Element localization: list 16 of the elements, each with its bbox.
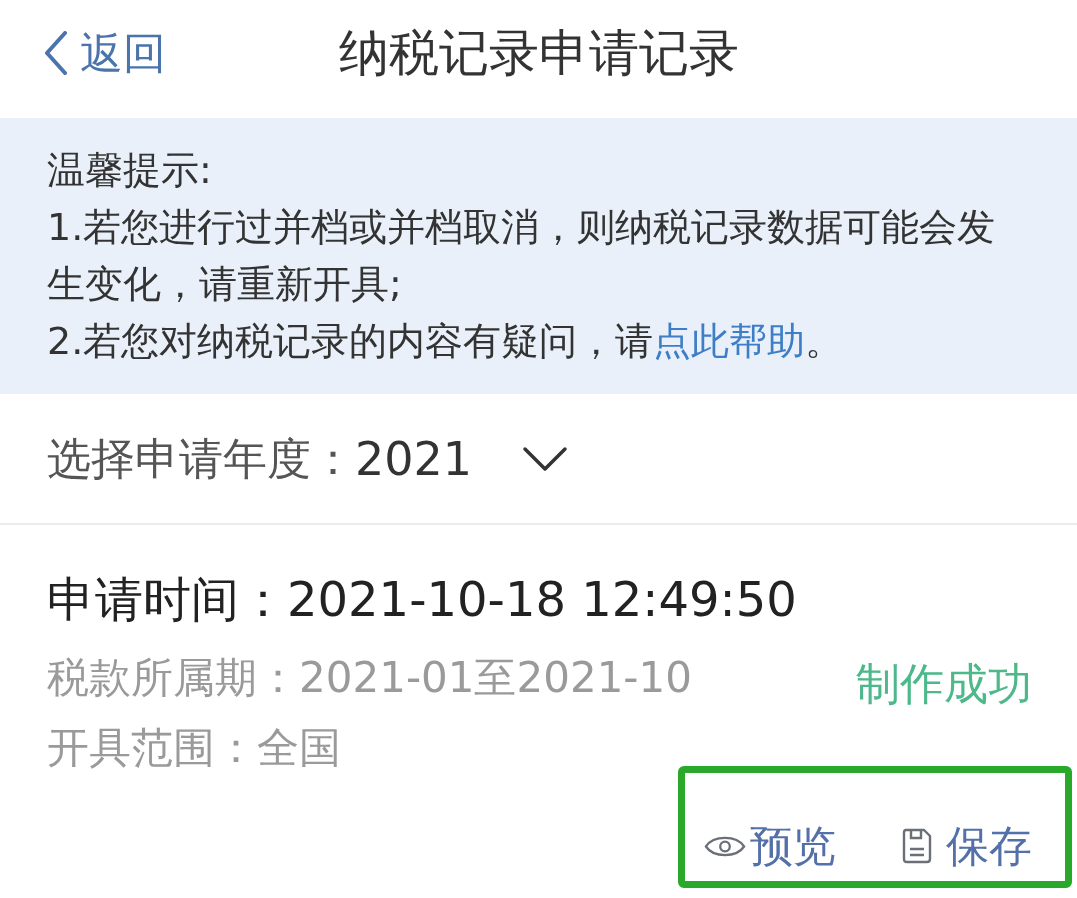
status-text: 制作成功 bbox=[856, 657, 1032, 711]
page-title: 纳税记录申请记录 bbox=[338, 23, 739, 84]
request-time: 申请时间：2021-10-18 12:49:50 bbox=[47, 570, 798, 629]
notice-text: 1.若您进行过并档或并档取消，则纳税记录数据可能会发生变化，请重新开具; bbox=[47, 204, 997, 308]
tax-period: 税款所属期：2021-01至2021-10 bbox=[47, 652, 692, 704]
chevron-down-icon bbox=[522, 445, 569, 472]
year-dropdown[interactable]: 2021 bbox=[355, 429, 569, 488]
preview-button[interactable]: 预览 bbox=[704, 816, 836, 876]
notice-heading: 温馨提示: bbox=[47, 147, 213, 194]
year-label: 选择申请年度： bbox=[47, 431, 355, 486]
help-link[interactable]: 点此帮助 bbox=[653, 319, 806, 363]
back-button[interactable]: 返回 bbox=[44, 24, 166, 82]
chevron-left-icon bbox=[44, 31, 68, 75]
save-button[interactable]: 保存 bbox=[902, 816, 1032, 876]
issue-scope: 开具范围：全国 bbox=[47, 722, 342, 774]
notice-text: 2.若您对纳税记录的内容有疑问，请点此帮助。 bbox=[47, 318, 845, 365]
